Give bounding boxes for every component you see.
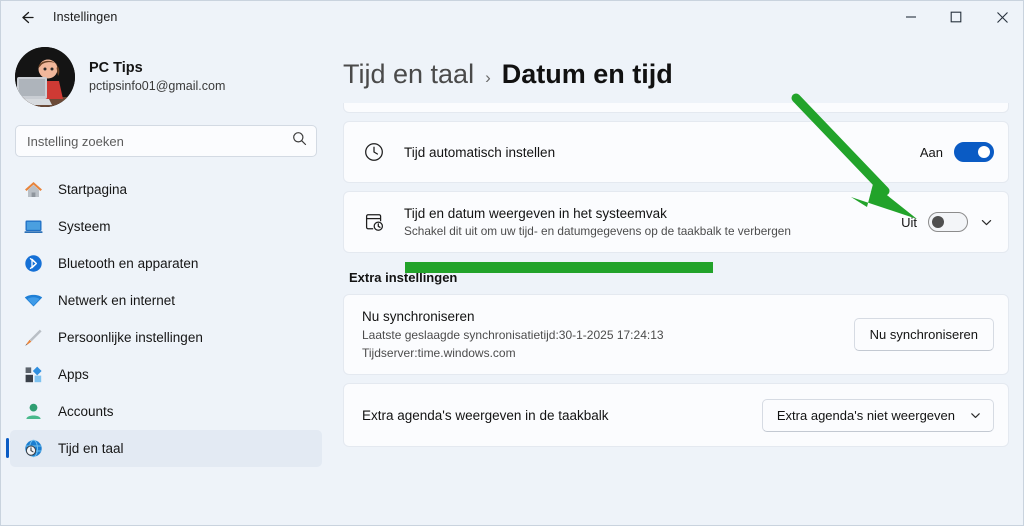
systray-time-toggle[interactable] [928,212,968,232]
sidebar-item-label: Bluetooth en apparaten [58,256,199,271]
window-title: Instellingen [53,10,118,24]
settings-window: Instellingen PC Tips pctipsinfo01@gmail.… [0,0,1024,526]
systray-time-subtitle: Schakel dit uit om uw tijd- en datumgege… [404,224,791,238]
sidebar-item-startpagina[interactable]: Startpagina [10,171,322,208]
settings-card-list: Tijd automatisch instellen Aan Tijd en d… [331,103,1023,447]
sidebar-item-label: Netwerk en internet [58,293,176,308]
search-box[interactable] [15,125,317,157]
person-icon [22,401,44,423]
sync-card: Nu synchroniseren Laatste geslaagde sync… [343,294,1009,375]
apps-icon [22,364,44,386]
systray-time-title: Tijd en datum weergeven in het systeemva… [404,206,667,221]
content-area: Tijd en taal › Datum en tijd Tijd automa… [331,33,1023,525]
sync-now-button[interactable]: Nu synchroniseren [853,318,994,351]
extra-calendars-row: Extra agenda's weergeven in de taakbalk … [344,384,1008,446]
sidebar-item-systeem[interactable]: Systeem [10,208,322,245]
search-input[interactable] [16,126,316,156]
sidebar-item-apps[interactable]: Apps [10,356,322,393]
auto-time-row[interactable]: Tijd automatisch instellen Aan [344,122,1008,182]
auto-time-title: Tijd automatisch instellen [404,144,556,160]
extra-calendars-label: Extra agenda's weergeven in de taakbalk [362,407,609,423]
chevron-down-icon [969,409,982,422]
highlight-bar-annotation [405,262,713,273]
close-button[interactable] [979,1,1023,33]
sidebar-nav: Startpagina Systeem Bluetooth en apparat… [1,171,331,467]
sync-title: Nu synchroniseren [362,309,475,324]
sync-time-server: Tijdserver:time.windows.com [362,346,516,360]
extra-calendars-dropdown-value: Extra agenda's niet weergeven [776,407,955,423]
account-email: pctipsinfo01@gmail.com [89,79,226,94]
sync-row: Nu synchroniseren Laatste geslaagde sync… [344,295,1008,374]
calendar-clock-icon [362,210,386,234]
auto-time-toggle-label: Aan [919,144,943,160]
auto-time-card: Tijd automatisch instellen Aan [343,121,1009,183]
sidebar-item-accounts[interactable]: Accounts [10,393,322,430]
maximize-button[interactable] [933,1,979,33]
sidebar-item-label: Startpagina [58,182,128,197]
sidebar-item-label: Systeem [58,219,111,234]
sidebar-item-bluetooth-en-apparaten[interactable]: Bluetooth en apparaten [10,245,322,282]
sidebar-item-tijd-en-taal[interactable]: Tijd en taal [6,430,322,467]
window-controls [889,1,1023,33]
brush-icon [22,327,44,349]
auto-time-toggle[interactable] [954,142,994,162]
breadcrumb-parent[interactable]: Tijd en taal [343,59,474,90]
systray-time-card: Tijd en datum weergeven in het systeemva… [343,191,1009,253]
avatar [15,47,75,107]
sidebar-item-label: Persoonlijke instellingen [58,330,203,345]
monitor-icon [22,216,44,238]
sidebar-item-netwerk-en-internet[interactable]: Netwerk en internet [10,282,322,319]
systray-time-row[interactable]: Tijd en datum weergeven in het systeemva… [344,192,1008,252]
globe-clock-icon [22,438,44,460]
page-title: Datum en tijd [501,59,673,89]
sync-last-time: Laatste geslaagde synchronisatietijd:30-… [362,328,664,342]
systray-time-toggle-label: Uit [901,214,917,230]
back-button[interactable] [9,2,43,32]
search-icon [292,131,307,151]
wifi-icon [22,290,44,312]
clock-icon [362,140,386,164]
title-bar: Instellingen [1,1,1023,33]
extra-calendars-card: Extra agenda's weergeven in de taakbalk … [343,383,1009,447]
sidebar-item-label: Apps [58,367,89,382]
sidebar: PC Tips pctipsinfo01@gmail.com Instellin… [1,33,331,525]
sidebar-item-label: Tijd en taal [58,441,124,456]
bluetooth-icon [22,253,44,275]
account-block[interactable]: PC Tips pctipsinfo01@gmail.com [1,33,331,107]
sidebar-item-persoonlijke-instellingen[interactable]: Persoonlijke instellingen [10,319,322,356]
breadcrumb: Tijd en taal › Datum en tijd [331,33,1023,90]
breadcrumb-separator-icon: › [485,68,491,87]
scrolled-card-edge [343,103,1009,113]
home-icon [22,179,44,201]
minimize-button[interactable] [889,1,933,33]
chevron-down-icon[interactable] [979,215,994,230]
sidebar-item-label: Accounts [58,404,114,419]
extra-calendars-dropdown[interactable]: Extra agenda's niet weergeven [761,398,994,432]
account-name: PC Tips [89,60,143,77]
